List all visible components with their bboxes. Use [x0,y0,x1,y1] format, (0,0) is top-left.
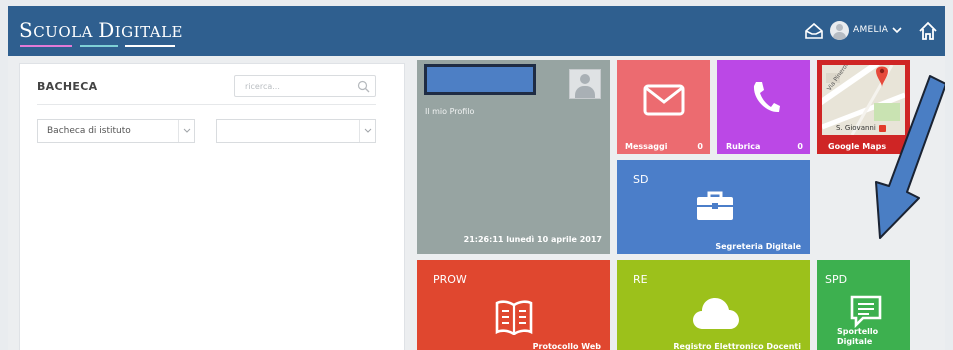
digital-desk-tile[interactable]: SPD Sportello Digitale [817,260,910,350]
inbox-icon[interactable] [804,22,824,40]
contacts-tile[interactable]: Rubrica 0 [717,60,810,154]
book-icon [495,300,533,335]
logo-text: D [98,18,115,42]
profile-picture [569,69,601,99]
search-box[interactable] [234,75,376,97]
logo-text: IGITALE [114,23,183,41]
top-bar: SCUOLA DIGITALE AMELIA [8,6,945,56]
search-icon[interactable] [357,80,370,93]
datetime-label: 21:26:11 lunedì 10 aprile 2017 [463,235,602,244]
scope-select-value: Bacheca di istituto [47,126,131,136]
messages-label: Messaggi [625,142,668,151]
protocol-tile[interactable]: PROW Protocollo Web [417,260,610,350]
digital-desk-label: Digitale [837,337,873,346]
secretariat-abbr: SD [633,173,649,186]
register-tile[interactable]: RE Registro Elettronico Docenti [617,260,810,350]
logo-text: CUOLA [33,23,99,41]
contacts-count: 0 [797,142,803,151]
filter-select[interactable] [216,119,376,143]
app-logo[interactable]: SCUOLA DIGITALE [19,18,183,42]
digital-desk-abbr: SPD [825,273,848,286]
chat-bubble-icon [850,295,882,328]
profile-label: Il mio Profilo [425,107,475,116]
digital-desk-label: Sportello [837,327,879,336]
profile-name-redacted [424,64,536,95]
user-avatar[interactable] [830,21,849,40]
messages-count: 0 [697,142,703,151]
annotation-arrow-icon [875,75,945,239]
cloud-icon [693,298,739,329]
protocol-label: Protocollo Web [532,342,601,350]
secretariat-label: Segreteria Digitale [715,242,801,251]
briefcase-icon [697,191,733,220]
chevron-down-icon[interactable] [892,25,902,35]
app-window: SCUOLA DIGITALE AMELIA BACHECA ricerca..… [8,6,945,350]
contacts-label: Rubrica [726,142,761,151]
protocol-abbr: PROW [433,273,467,286]
profile-tile[interactable]: Il mio Profilo 21:26:11 lunedì 10 aprile… [417,60,610,254]
bacheca-panel: BACHECA Bacheca di istituto [19,63,405,350]
secretariat-tile[interactable]: SD Segreteria Digitale [617,160,810,254]
messages-tile[interactable]: Messaggi 0 [617,60,710,154]
panel-title: BACHECA [37,80,98,93]
register-label: Registro Elettronico Docenti [673,342,801,350]
divider [37,104,376,105]
scope-select[interactable]: Bacheca di istituto [37,119,195,143]
chevron-down-icon[interactable] [178,120,194,142]
home-icon[interactable] [917,20,939,42]
logo-underline [20,45,175,48]
user-name[interactable]: AMELIA [853,25,888,35]
chevron-down-icon[interactable] [359,120,375,142]
search-input[interactable] [235,76,353,96]
envelope-icon [643,84,685,116]
logo-text: S [19,18,34,42]
register-abbr: RE [633,273,648,286]
phone-icon [753,82,780,113]
